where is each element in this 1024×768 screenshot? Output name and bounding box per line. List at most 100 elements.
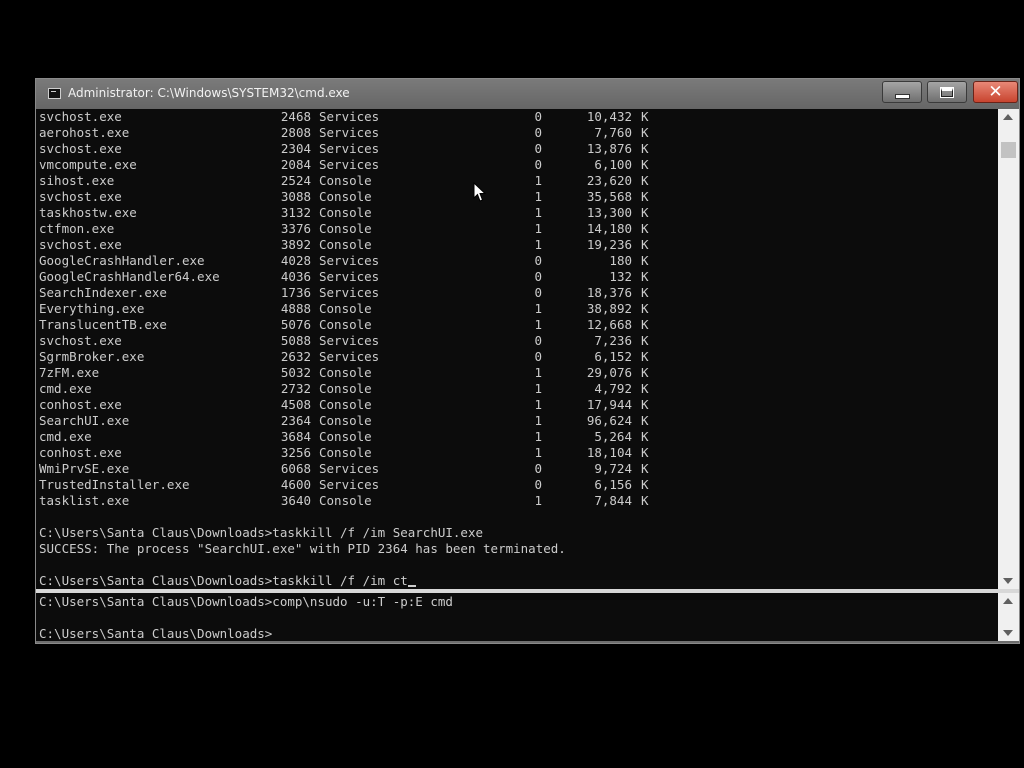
- process-memory: 18,104: [586, 445, 632, 460]
- cmd-window[interactable]: Administrator: C:\Windows\SYSTEM32\cmd.e…: [35, 78, 1020, 644]
- process-memory: 12,668: [586, 317, 632, 332]
- process-memory: 10,432: [586, 109, 632, 124]
- process-memory: 29,076: [586, 365, 632, 380]
- process-memory: 14,180: [586, 221, 632, 236]
- process-row: conhost.exe 4508 Console 1 17,944 K: [36, 397, 696, 413]
- process-memory-unit: K: [641, 269, 649, 284]
- process-memory: 23,620: [586, 173, 632, 188]
- process-row: SearchIndexer.exe 1736 Services 0 18,376 K: [36, 285, 696, 301]
- maximize-icon: [940, 86, 954, 98]
- minimize-button[interactable]: [882, 81, 922, 103]
- process-memory-unit: K: [641, 205, 649, 220]
- vertical-scrollbar[interactable]: [998, 109, 1019, 589]
- scroll-up-arrow-icon[interactable]: [1003, 114, 1013, 120]
- process-row: aerohost.exe 2808 Services 0 7,760 K: [36, 125, 696, 141]
- process-memory-unit: K: [641, 317, 649, 332]
- process-row: WmiPrvSE.exe 6068 Services 0 9,724 K: [36, 461, 696, 477]
- process-memory: 6,152: [594, 349, 632, 364]
- process-row: SearchUI.exe 2364 Console 1 96,624 K: [36, 413, 696, 429]
- process-memory: 4,792: [594, 381, 632, 396]
- scroll-down-arrow-icon[interactable]: [1003, 578, 1013, 584]
- process-row: GoogleCrashHandler64.exe 4036 Services 0 132…: [36, 269, 696, 285]
- process-row: SgrmBroker.exe 2632 Services 0 6,152 K: [36, 349, 696, 365]
- close-button[interactable]: ✕: [973, 81, 1018, 103]
- process-memory-unit: K: [641, 157, 649, 172]
- process-row: TranslucentTB.exe 5076 Console 1 12,668 K: [36, 317, 696, 333]
- process-row: svchost.exe 5088 Services 0 7,236 K: [36, 333, 696, 349]
- process-row: cmd.exe 3684 Console 1 5,264 K: [36, 429, 696, 445]
- process-row: svchost.exe 2468 Services 0 10,432 K: [36, 109, 696, 125]
- process-memory-unit: K: [641, 477, 649, 492]
- process-memory: 7,844: [594, 493, 632, 508]
- process-memory-unit: K: [641, 125, 649, 140]
- process-row: cmd.exe 2732 Console 1 4,792 K: [36, 381, 696, 397]
- close-icon: ✕: [988, 81, 1003, 102]
- lower-scroll-up-arrow-icon[interactable]: [1003, 598, 1013, 604]
- process-memory: 7,760: [594, 125, 632, 140]
- process-memory-unit: K: [641, 333, 649, 348]
- process-memory: 6,156: [594, 477, 632, 492]
- text-cursor: [407, 585, 416, 587]
- process-row: TrustedInstaller.exe 4600 Services 0 6,156 K: [36, 477, 696, 493]
- scrollbar-thumb[interactable]: [1001, 142, 1016, 158]
- process-memory: 132: [609, 269, 632, 284]
- console-output[interactable]: svchost.exe 2468 Services 0 10,432 Kaerohost.…: [36, 109, 998, 589]
- maximize-button[interactable]: [927, 81, 967, 103]
- cmd-app-icon[interactable]: [48, 88, 61, 99]
- process-memory: 9,724: [594, 461, 632, 476]
- process-row: conhost.exe 3256 Console 1 18,104 K: [36, 445, 696, 461]
- process-memory-unit: K: [641, 253, 649, 268]
- process-memory: 17,944: [586, 397, 632, 412]
- process-memory: 19,236: [586, 237, 632, 252]
- lower-vertical-scrollbar[interactable]: [998, 593, 1019, 641]
- process-memory-unit: K: [641, 349, 649, 364]
- process-row: GoogleCrashHandler.exe 4028 Services 0 180 K: [36, 253, 696, 269]
- process-memory-unit: K: [641, 493, 649, 508]
- process-memory-unit: K: [641, 365, 649, 380]
- process-memory-unit: K: [641, 301, 649, 316]
- process-memory-unit: K: [641, 221, 649, 236]
- mouse-pointer-icon: [473, 182, 487, 202]
- window-title: Administrator: C:\Windows\SYSTEM32\cmd.e…: [68, 86, 350, 100]
- title-bar[interactable]: Administrator: C:\Windows\SYSTEM32\cmd.e…: [36, 79, 1019, 109]
- lower-scroll-down-arrow-icon[interactable]: [1003, 630, 1013, 636]
- process-memory-unit: K: [641, 461, 649, 476]
- lower-prompt-line[interactable]: C:\Users\Santa Claus\Downloads>: [39, 626, 272, 641]
- process-memory: 13,300: [586, 205, 632, 220]
- minimize-icon: [895, 95, 909, 98]
- process-memory-unit: K: [641, 445, 649, 460]
- process-row: Everything.exe 4888 Console 1 38,892 K: [36, 301, 696, 317]
- console-lower-pane[interactable]: C:\Users\Santa Claus\Downloads>comp\nsud…: [36, 593, 998, 641]
- process-memory-unit: K: [641, 141, 649, 156]
- process-memory: 18,376: [586, 285, 632, 300]
- process-memory-unit: K: [641, 237, 649, 252]
- lower-command-line: C:\Users\Santa Claus\Downloads>comp\nsud…: [39, 594, 453, 609]
- process-row: svchost.exe 2304 Services 0 13,876 K: [36, 141, 696, 157]
- process-memory-unit: K: [641, 173, 649, 188]
- process-memory-unit: K: [641, 413, 649, 428]
- process-row: vmcompute.exe 2084 Services 0 6,100 K: [36, 157, 696, 173]
- process-memory: 13,876: [586, 141, 632, 156]
- console-command-line: C:\Users\Santa Claus\Downloads>taskkill …: [39, 525, 484, 540]
- process-memory: 5,264: [594, 429, 632, 444]
- process-row: sihost.exe 2524 Console 1 23,620 K: [36, 173, 696, 189]
- process-memory-unit: K: [641, 109, 649, 124]
- process-row: tasklist.exe 3640 Console 1 7,844 K: [36, 493, 696, 509]
- process-memory-unit: K: [641, 189, 649, 204]
- process-memory-unit: K: [641, 381, 649, 396]
- process-row: taskhostw.exe 3132 Console 1 13,300 K: [36, 205, 696, 221]
- process-memory: 96,624: [586, 413, 632, 428]
- process-memory: 7,236: [594, 333, 632, 348]
- process-memory-unit: K: [641, 429, 649, 444]
- process-memory: 180: [609, 253, 632, 268]
- process-memory-unit: K: [641, 397, 649, 412]
- console-input-line[interactable]: C:\Users\Santa Claus\Downloads>taskkill …: [39, 573, 416, 589]
- console-success-message: SUCCESS: The process "SearchUI.exe" with…: [39, 541, 566, 556]
- process-row: ctfmon.exe 3376 Console 1 14,180 K: [36, 221, 696, 237]
- process-row: 7zFM.exe 5032 Console 1 29,076 K: [36, 365, 696, 381]
- process-memory: 38,892: [586, 301, 632, 316]
- process-row: svchost.exe 3892 Console 1 19,236 K: [36, 237, 696, 253]
- process-row: svchost.exe 3088 Console 1 35,568 K: [36, 189, 696, 205]
- process-memory: 6,100: [594, 157, 632, 172]
- process-memory-unit: K: [641, 285, 649, 300]
